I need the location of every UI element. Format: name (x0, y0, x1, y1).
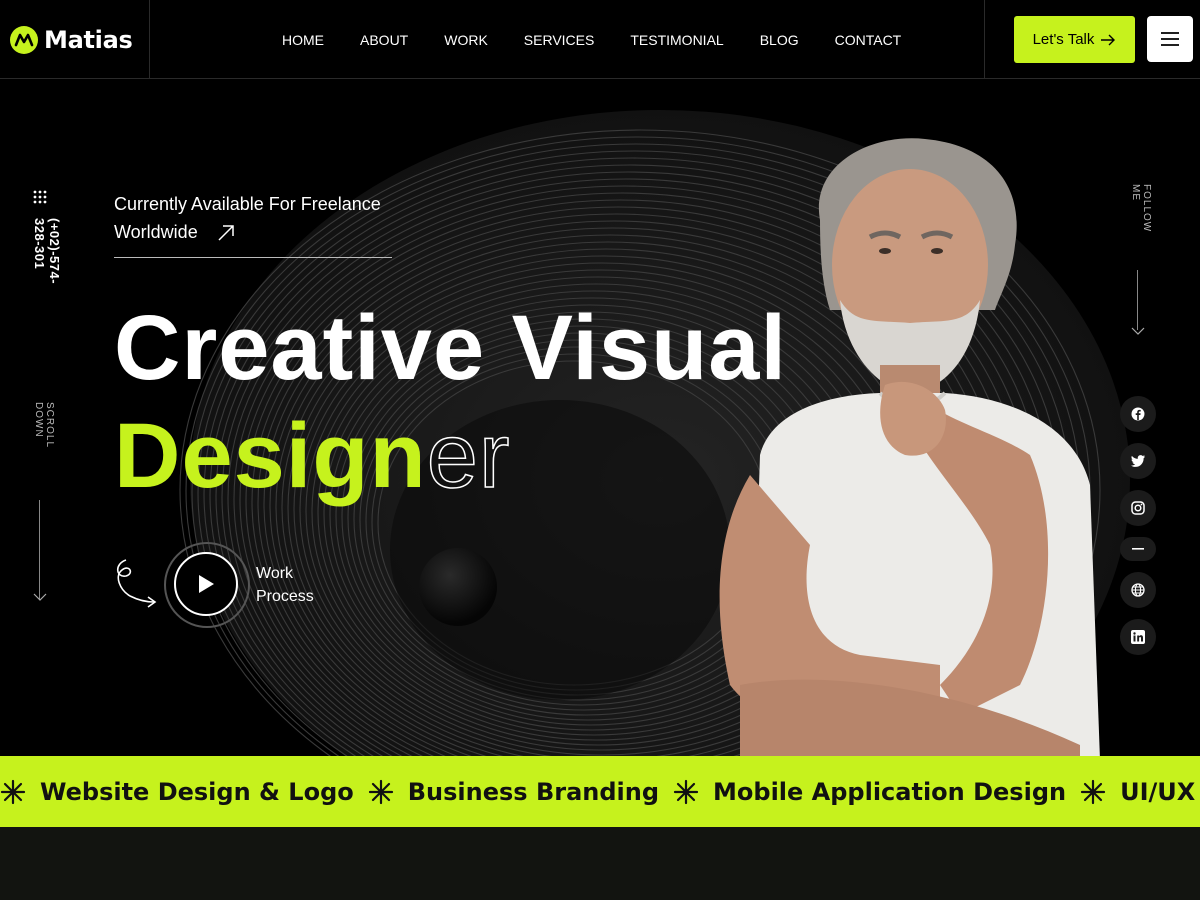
work-process: Work Process (112, 542, 352, 632)
hamburger-icon (1161, 32, 1179, 46)
marquee-item: Mobile Application Design (673, 778, 1066, 806)
availability-block: Currently Available For Freelance Worldw… (114, 190, 392, 258)
follow-line (1137, 270, 1138, 330)
designer-portrait (719, 138, 1100, 756)
social-twitter[interactable] (1120, 443, 1156, 479)
follow-me-label: FOLLOW ME (1130, 184, 1152, 233)
social-website[interactable] (1120, 572, 1156, 608)
hero-title-outline: er (426, 405, 511, 507)
services-marquee: Website Design & Logo Business Branding … (0, 756, 1200, 827)
play-button[interactable] (174, 552, 238, 616)
menu-button[interactable] (1147, 16, 1193, 62)
social-linkedin[interactable] (1120, 619, 1156, 655)
logo-text: Matias (44, 25, 133, 54)
marquee-item-label: Mobile Application Design (713, 777, 1067, 806)
lets-talk-label: Let's Talk (1032, 31, 1095, 48)
header-actions: Let's Talk (984, 0, 1200, 79)
globe-icon (1131, 583, 1145, 597)
arrow-up-right-icon[interactable] (217, 224, 235, 242)
nav-blog[interactable]: BLOG (760, 32, 799, 48)
work-label-line1: Work (256, 565, 294, 582)
curly-arrow-icon (116, 559, 157, 608)
social-facebook[interactable] (1120, 396, 1156, 432)
availability-line1: Currently Available For Freelance (114, 194, 381, 214)
decorative-sphere (419, 548, 497, 626)
arrow-right-icon (1101, 34, 1116, 45)
site-header: Matias HOME ABOUT WORK SERVICES TESTIMON… (0, 0, 1200, 79)
asterisk-icon (0, 779, 26, 804)
nav-services[interactable]: SERVICES (524, 32, 595, 48)
nav-home[interactable]: HOME (282, 32, 324, 48)
marquee-item-label: Website Design & Logo (40, 777, 354, 806)
availability-line2: Worldwide (114, 222, 198, 242)
hero-title-green: Design (114, 405, 427, 507)
availability-line2-row: Worldwide (114, 218, 392, 246)
marquee-item: Website Design & Logo (0, 778, 354, 806)
social-instagram[interactable] (1120, 490, 1156, 526)
twitter-icon (1131, 455, 1145, 467)
marquee-item-label: Business Branding (407, 777, 660, 806)
logo[interactable]: Matias (0, 0, 150, 79)
logo-icon (10, 25, 38, 54)
arrow-down-icon (33, 593, 47, 601)
facebook-icon (1131, 407, 1145, 421)
asterisk-icon (673, 779, 699, 804)
availability-divider (114, 257, 392, 258)
hero-title-line2: Designer (114, 409, 511, 503)
grid-dots-icon (33, 190, 47, 204)
hero-section: (+02)-574-328-301 SCROLL DOWN Currently … (0, 80, 1200, 756)
marquee-item: UI/UX Mobi (1080, 778, 1200, 806)
asterisk-icon (368, 779, 393, 804)
social-divider[interactable] (1120, 537, 1156, 561)
marquee-item: Business Branding (368, 778, 659, 806)
main-nav: HOME ABOUT WORK SERVICES TESTIMONIAL BLO… (264, 0, 919, 79)
work-label-line2: Process (256, 588, 314, 605)
nav-contact[interactable]: CONTACT (835, 32, 902, 48)
hero-title-line1: Creative Visual (114, 297, 788, 399)
nav-work[interactable]: WORK (444, 32, 488, 48)
minus-icon (1132, 548, 1144, 550)
marquee-item-label: UI/UX Mobi (1120, 777, 1200, 806)
work-process-label[interactable]: Work Process (256, 562, 314, 608)
linkedin-icon (1131, 630, 1145, 644)
scroll-line (39, 500, 40, 600)
nav-testimonial[interactable]: TESTIMONIAL (630, 32, 723, 48)
instagram-icon (1131, 501, 1145, 515)
lets-talk-button[interactable]: Let's Talk (1014, 16, 1135, 63)
nav-about[interactable]: ABOUT (360, 32, 408, 48)
next-section (0, 827, 1200, 900)
arrow-down-icon (1131, 327, 1145, 335)
phone-number[interactable]: (+02)-574-328-301 (32, 218, 62, 284)
play-icon (199, 575, 214, 593)
asterisk-icon (1080, 779, 1106, 804)
scroll-down-label[interactable]: SCROLL DOWN (33, 402, 55, 448)
